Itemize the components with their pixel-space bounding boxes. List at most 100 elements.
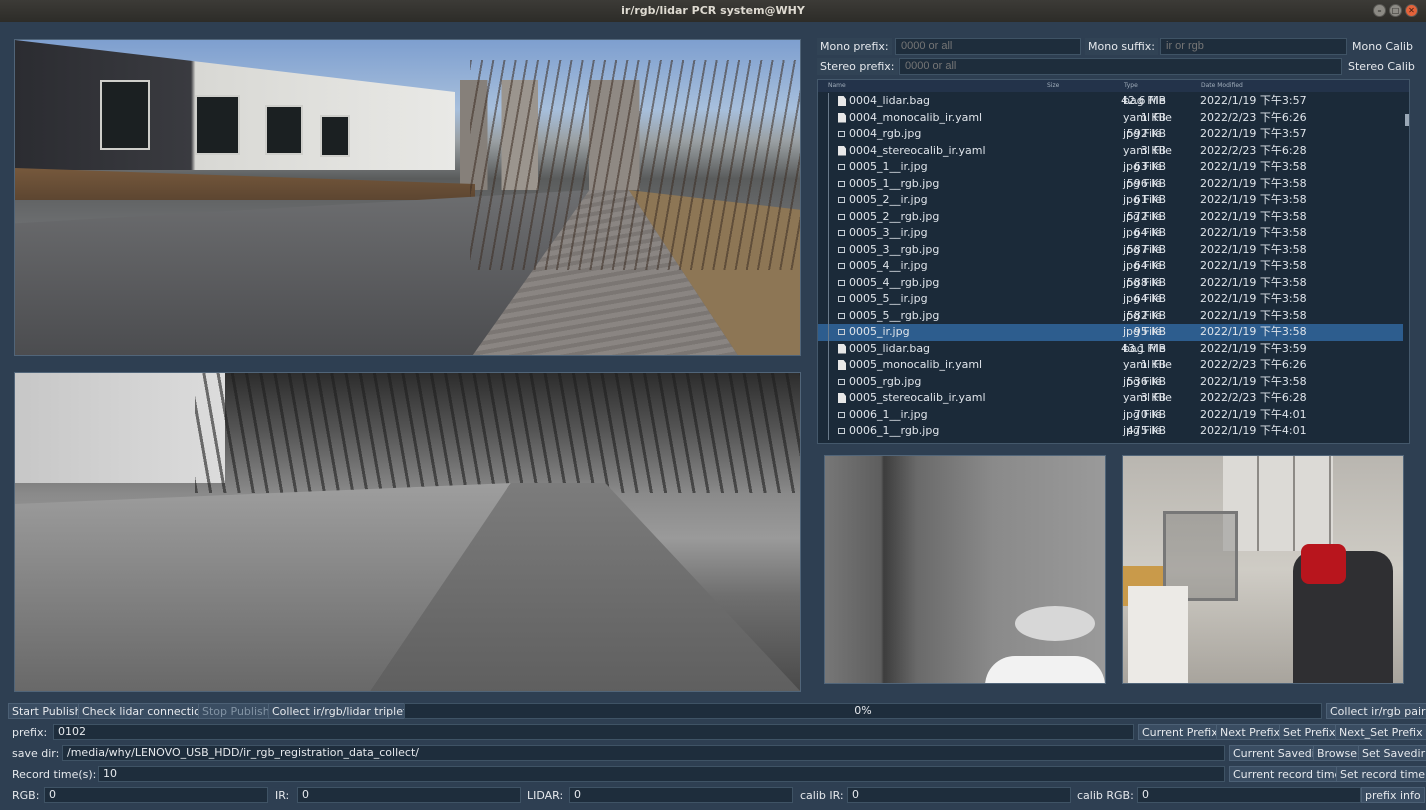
image-icon	[838, 263, 845, 269]
lidar-count-field[interactable]: 0	[569, 787, 793, 803]
image-icon	[838, 197, 845, 203]
mono-suffix-input[interactable]	[1160, 38, 1347, 55]
rgb-count-label: RGB:	[12, 789, 40, 802]
file-row[interactable]: 0005_2__ir.jpg 61 KB jpg File 2022/1/19 下午3…	[818, 192, 1403, 209]
set-savedir-button[interactable]: Set Savedir	[1358, 745, 1426, 761]
calib-ir-label: calib IR:	[800, 789, 844, 802]
file-date: 2022/1/19 下午3:58	[1200, 325, 1307, 338]
file-name: 0006_1__rgb.jpg	[849, 424, 940, 437]
browse-button[interactable]: Browse	[1313, 745, 1362, 761]
file-type: jpg File	[1123, 127, 1162, 140]
file-type: jpg File	[1123, 407, 1162, 421]
maximize-icon[interactable]: □	[1389, 4, 1402, 17]
scrollbar-thumb[interactable]	[1405, 114, 1409, 126]
column-date[interactable]: Date Modified	[1201, 80, 1243, 92]
calib-ir-field[interactable]: 0	[847, 787, 1071, 803]
record-time-input[interactable]: 10	[98, 766, 1225, 782]
ir-calib-preview	[824, 455, 1106, 684]
file-type: yaml File	[1123, 358, 1172, 371]
set-record-time-button[interactable]: Set record time	[1336, 766, 1426, 782]
file-type: jpg File	[1123, 292, 1162, 305]
rgb-calib-preview	[1122, 455, 1404, 684]
file-date: 2022/1/19 下午3:58	[1200, 226, 1307, 239]
file-row[interactable]: 0005_4__ir.jpg 64 KB jpg File 2022/1/19 下午3…	[818, 258, 1403, 275]
file-row[interactable]: 0005_3__rgb.jpg 587 KB jpg File 2022/1/19 下…	[818, 241, 1403, 258]
savedir-input[interactable]: /media/why/LENOVO_USB_HDD/ir_rgb_registr…	[62, 745, 1225, 761]
file-type: jpg File	[1123, 226, 1162, 239]
file-date: 2022/2/23 下午6:26	[1200, 358, 1307, 371]
next-set-prefix-button[interactable]: Next_Set Prefix	[1335, 724, 1426, 740]
lidar-count-label: LIDAR:	[527, 789, 564, 802]
file-name: 0005_stereocalib_ir.yaml	[849, 391, 986, 404]
tree-line	[828, 175, 829, 192]
rgb-count-field[interactable]: 0	[44, 787, 268, 803]
minimize-icon[interactable]: –	[1373, 4, 1386, 17]
file-row[interactable]: 0005_1__ir.jpg 63 KB jpg File 2022/1/19 下午3…	[818, 159, 1403, 176]
file-row[interactable]: 0005_lidar.bag 43.1 MB bag File 2022/1/19 下…	[818, 340, 1403, 357]
image-icon	[838, 246, 845, 253]
next-prefix-button[interactable]: Next Prefix	[1216, 724, 1285, 740]
file-date: 2022/1/19 下午3:58	[1200, 176, 1307, 190]
file-row[interactable]: 0005_stereocalib_ir.yaml 3 KB yaml File 202…	[818, 390, 1403, 407]
collect-pair-button[interactable]: Collect ir/rgb pair	[1326, 703, 1426, 719]
file-name: 0005_lidar.bag	[849, 341, 931, 355]
file-row[interactable]: 0006_1__rgb.jpg 475 KB jpg File 2022/1/19 下…	[818, 423, 1403, 440]
file-type: bag File	[1123, 341, 1166, 355]
current-prefix-button[interactable]: Current Prefix	[1138, 724, 1222, 740]
file-name: 0004_monocalib_ir.yaml	[849, 110, 983, 124]
file-row[interactable]: 0005_5__ir.jpg 64 KB jpg File 2022/1/19 下午3…	[818, 291, 1403, 308]
close-icon[interactable]: ✕	[1405, 4, 1418, 17]
file-list-scrollbar[interactable]	[1404, 93, 1409, 443]
file-row[interactable]: 0004_rgb.jpg 592 KB jpg File 2022/1/19 下午3:…	[818, 126, 1403, 143]
file-row[interactable]: 0006_1__ir.jpg 70 KB jpg File 2022/1/19 下午4…	[818, 406, 1403, 423]
file-type: jpg File	[1123, 275, 1162, 289]
collect-triplet-button[interactable]: Collect ir/rgb/lidar triplet	[268, 703, 412, 719]
file-type: yaml File	[1123, 110, 1172, 124]
tree-line	[828, 93, 829, 110]
file-browser-header: Name Size Type Date Modified	[818, 80, 1409, 92]
file-row[interactable]: 0004_monocalib_ir.yaml 1 KB yaml File 2022/…	[818, 109, 1403, 126]
file-row[interactable]: 0005_5__rgb.jpg 582 KB jpg File 2022/1/19 下…	[818, 307, 1403, 324]
file-name: 0004_lidar.bag	[849, 94, 931, 107]
file-date: 2022/1/19 下午3:58	[1200, 275, 1307, 289]
current-record-time-button[interactable]: Current record time	[1229, 766, 1346, 782]
start-publish-button[interactable]: Start Publish	[8, 703, 86, 719]
file-date: 2022/1/19 下午3:58	[1200, 160, 1307, 173]
tree-line	[828, 126, 829, 143]
file-name: 0005_2__rgb.jpg	[849, 209, 940, 223]
column-size[interactable]: Size	[1047, 80, 1059, 92]
prefix-info-button[interactable]: prefix info	[1361, 787, 1425, 803]
stereo-calib-button[interactable]: Stereo Calib	[1348, 58, 1415, 75]
file-row[interactable]: 0005_4__rgb.jpg 588 KB jpg File 2022/1/19 下…	[818, 274, 1403, 291]
current-savedir-button[interactable]: Current Savedir	[1229, 745, 1324, 761]
window-title: ir/rgb/lidar PCR system@WHY	[621, 4, 805, 17]
file-row[interactable]: 0005_2__rgb.jpg 572 KB jpg File 2022/1/19 下…	[818, 208, 1403, 225]
file-row[interactable]: 0005_ir.jpg 95 KB jpg File 2022/1/19 下午3:58	[818, 324, 1403, 341]
file-row[interactable]: 0005_3__ir.jpg 64 KB jpg File 2022/1/19 下午3…	[818, 225, 1403, 242]
stereo-prefix-input[interactable]	[899, 58, 1342, 75]
file-icon	[838, 145, 846, 156]
file-browser[interactable]: Name Size Type Date Modified 0004_lidar.…	[817, 79, 1410, 444]
set-prefix-button[interactable]: Set Prefix	[1279, 724, 1340, 740]
mono-prefix-input[interactable]	[895, 38, 1081, 55]
column-name[interactable]: Name	[828, 80, 846, 92]
record-time-label: Record time(s):	[12, 768, 97, 781]
file-type: jpg File	[1123, 374, 1162, 388]
file-name: 0004_rgb.jpg	[849, 127, 922, 140]
column-type[interactable]: Type	[1124, 80, 1138, 92]
file-row[interactable]: 0005_1__rgb.jpg 596 KB jpg File 2022/1/19 下…	[818, 175, 1403, 192]
tree-line	[828, 258, 829, 275]
file-name: 0005_3__ir.jpg	[849, 226, 928, 239]
file-row[interactable]: 0005_monocalib_ir.yaml 1 KB yaml File 2022/…	[818, 357, 1403, 374]
ir-count-field[interactable]: 0	[297, 787, 521, 803]
stop-publish-button[interactable]: Stop Publish	[198, 703, 274, 719]
mono-calib-button[interactable]: Mono Calib	[1352, 38, 1413, 55]
file-row[interactable]: 0004_stereocalib_ir.yaml 3 KB yaml File 202…	[818, 142, 1403, 159]
check-lidar-button[interactable]: Check lidar connection	[78, 703, 212, 719]
prefix-input[interactable]: 0102	[53, 724, 1134, 740]
file-row[interactable]: 0004_lidar.bag 42.6 MB bag File 2022/1/19 下…	[818, 93, 1403, 110]
image-icon	[838, 312, 845, 319]
file-type: jpg File	[1123, 325, 1162, 338]
file-row[interactable]: 0005_rgb.jpg 536 KB jpg File 2022/1/19 下午3:…	[818, 373, 1403, 390]
calib-rgb-field[interactable]: 0	[1137, 787, 1361, 803]
